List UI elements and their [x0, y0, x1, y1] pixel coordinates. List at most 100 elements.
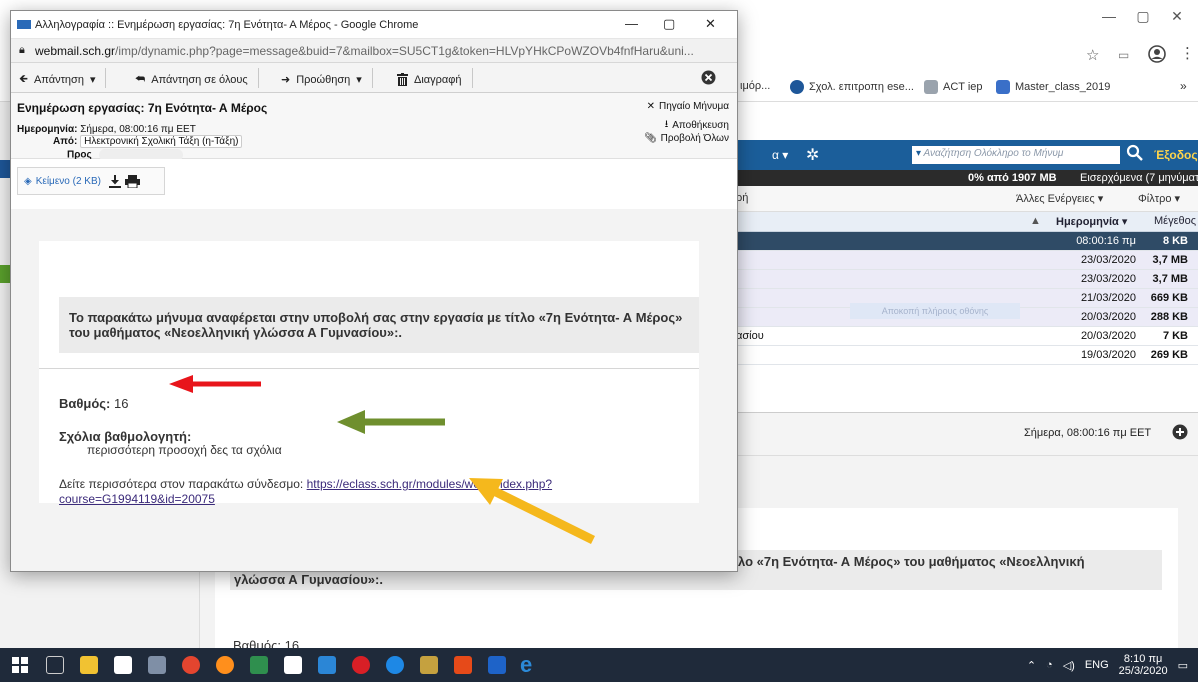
preview-grade: Βαθμός: 16	[233, 638, 300, 648]
text-part-icon: ◈	[24, 175, 32, 187]
date-column-label: Ημερομηνία	[1056, 216, 1119, 228]
filter-label: Φίλτρο	[1138, 193, 1172, 205]
restore-icon[interactable]: ▢	[1128, 8, 1158, 25]
more-bookmarks-icon[interactable]: »	[1180, 79, 1187, 93]
logout-button[interactable]: Έξοδος	[1154, 148, 1198, 162]
row-date: 20/03/2020	[1080, 311, 1136, 323]
yellow-arrow	[469, 478, 595, 545]
delete-button[interactable]: Διαγραφή	[389, 68, 473, 88]
firefox-icon[interactable]	[216, 656, 234, 674]
task-view-icon[interactable]	[46, 656, 64, 674]
star-icon[interactable]: ☆	[1086, 46, 1099, 64]
popup-window-title: Αλληλογραφία :: Ενημέρωση εργασίας: 7η Ε…	[35, 19, 419, 31]
filter-button[interactable]: Φίλτρο ▾	[1138, 192, 1180, 205]
volume-icon[interactable]: ◁)	[1063, 659, 1075, 672]
view-source-link[interactable]: ✕ Πηγαίο Μήνυμα	[647, 101, 729, 112]
view-all-link[interactable]: 📎︎ Προβολή Όλων	[644, 133, 729, 144]
language-indicator[interactable]: ENG	[1085, 659, 1109, 671]
popup-url-bar[interactable]: 🔒︎ webmail.sch.gr/imp/dynamic.php?page=m…	[11, 39, 737, 63]
file-explorer-icon[interactable]	[80, 656, 98, 674]
expand-icon[interactable]	[1172, 424, 1188, 440]
dropdown-icon[interactable]: α ▾	[772, 148, 788, 162]
document-icon[interactable]	[284, 656, 302, 674]
close-icon[interactable]: ✕	[1162, 8, 1192, 25]
edge-icon[interactable]: e	[520, 652, 532, 678]
minimize-icon[interactable]: —	[1094, 8, 1124, 24]
attachment-label[interactable]: Κείμενο (2 KB)	[36, 176, 101, 187]
profile-icon[interactable]	[1148, 45, 1166, 63]
app-icon[interactable]	[148, 656, 166, 674]
sort-arrow-icon[interactable]: ▲	[1030, 215, 1041, 227]
download-icon[interactable]	[108, 174, 121, 188]
store-icon[interactable]	[114, 656, 132, 674]
row-size: 669 KB	[1150, 292, 1188, 304]
size-column-header[interactable]: Μέγεθος	[1154, 215, 1196, 227]
from-label: Από:	[53, 136, 78, 147]
menu-dots-icon[interactable]: ⋮	[1180, 44, 1195, 62]
row-date: 21/03/2020	[1080, 292, 1136, 304]
app-icon[interactable]	[420, 656, 438, 674]
gear-icon[interactable]: ✲	[806, 145, 819, 165]
paperclip-icon: 📎︎	[643, 133, 657, 144]
bookmark-icon	[924, 80, 938, 94]
attachment-area: ◈ Κείμενο (2 KB)	[11, 159, 737, 209]
url-path: /imp/dynamic.php?page=message&buid=7&mai…	[115, 44, 694, 58]
clock[interactable]: 8:10 πμ 25/3/2020	[1119, 653, 1168, 677]
row-date: 23/03/2020	[1080, 254, 1136, 266]
bookmark-item[interactable]: Σχολ. επιτροπη ese...	[790, 80, 914, 94]
bookmark-item[interactable]: ACT iep	[924, 80, 983, 94]
close-message-icon[interactable]	[701, 70, 716, 85]
row-size: 3,7 MB	[1152, 254, 1188, 266]
chevron-up-icon[interactable]: ⌃	[1027, 659, 1036, 672]
mail-icon[interactable]	[318, 656, 336, 674]
cast-icon[interactable]: ▭	[1118, 48, 1129, 62]
search-input[interactable]: ▾ Αναζήτηση Ολόκληρο το Μήνυμ	[912, 146, 1120, 164]
opera-icon[interactable]	[352, 656, 370, 674]
save-link[interactable]: ⭳ Αποθήκευση	[665, 117, 729, 134]
maximize-icon[interactable]: ▢	[663, 16, 675, 32]
message-popup-window: Αλληλογραφία :: Ενημέρωση εργασίας: 7η Ε…	[10, 10, 738, 572]
windows-start-icon[interactable]	[12, 657, 28, 673]
from-value[interactable]: Ηλεκτρονική Σχολική Τάξη (η-Τάξη)	[80, 135, 243, 148]
date-line: Ημερομηνία: Σήμερα, 08:00:16 πμ EET	[17, 124, 196, 135]
bookmark-icon	[790, 80, 804, 94]
annotation-arrows	[169, 375, 595, 545]
popup-titlebar: Αλληλογραφία :: Ενημέρωση εργασίας: 7η Ε…	[11, 11, 737, 39]
trash-icon	[397, 73, 408, 86]
bookmark-item[interactable]: ιμόρ...	[740, 80, 770, 92]
view-source-label: Πηγαίο Μήνυμα	[658, 101, 729, 112]
date-column-header[interactable]: Ημερομηνία ▾	[1056, 215, 1127, 228]
message-body: Το παρακάτω μήνυμα αναφέρεται στην υποβο…	[11, 209, 737, 571]
message-header: Ενημέρωση εργασίας: 7η Ενότητα- Α Μέρος …	[11, 93, 737, 161]
reply-all-button[interactable]: ⮪ Απάντηση σε όλους	[127, 68, 259, 88]
minimize-icon[interactable]: —	[625, 16, 638, 31]
forward-label: Προώθηση	[296, 73, 351, 86]
app-icon[interactable]	[454, 656, 472, 674]
clock-date: 25/3/2020	[1118, 665, 1168, 677]
close-icon[interactable]: ✕	[705, 16, 716, 32]
red-arrow	[169, 375, 261, 393]
attachment-item: ◈ Κείμενο (2 KB)	[17, 167, 165, 195]
row-size: 8 KB	[1162, 235, 1188, 247]
print-icon[interactable]	[124, 174, 140, 188]
reply-button[interactable]: 🡸 Απάντηση ▾	[11, 68, 107, 88]
tools-icon: ✕	[646, 101, 655, 112]
row-subject-fragment: ασίου	[736, 330, 764, 342]
teamviewer-icon[interactable]	[386, 656, 404, 674]
forward-button[interactable]: ➜ Προώθηση ▾	[273, 68, 373, 88]
from-line: Από: Ηλεκτρονική Σχολική Τάξη (η-Τάξη)	[53, 135, 243, 148]
bookmark-item[interactable]: Master_class_2019	[996, 80, 1110, 94]
search-icon[interactable]	[1126, 144, 1144, 162]
app-icon[interactable]	[250, 656, 268, 674]
dropbox-icon[interactable]	[488, 656, 506, 674]
bookmark-icon	[996, 80, 1010, 94]
row-date: 23/03/2020	[1080, 273, 1136, 285]
chrome-icon[interactable]	[182, 656, 200, 674]
preview-notice-line: γλώσσα Α Γυμνασίου»:.	[234, 572, 383, 587]
message-toolbar: 🡸 Απάντηση ▾ ⮪ Απάντηση σε όλους ➜ Προώθ…	[11, 63, 737, 93]
green-arrow	[337, 410, 445, 434]
notifications-icon[interactable]: ▭	[1178, 659, 1188, 672]
reply-arrow-icon: 🡸	[19, 73, 28, 85]
other-actions-button[interactable]: Άλλες Ενέργειες ▾	[1016, 192, 1103, 205]
network-icon[interactable]: ◔	[1046, 659, 1053, 671]
